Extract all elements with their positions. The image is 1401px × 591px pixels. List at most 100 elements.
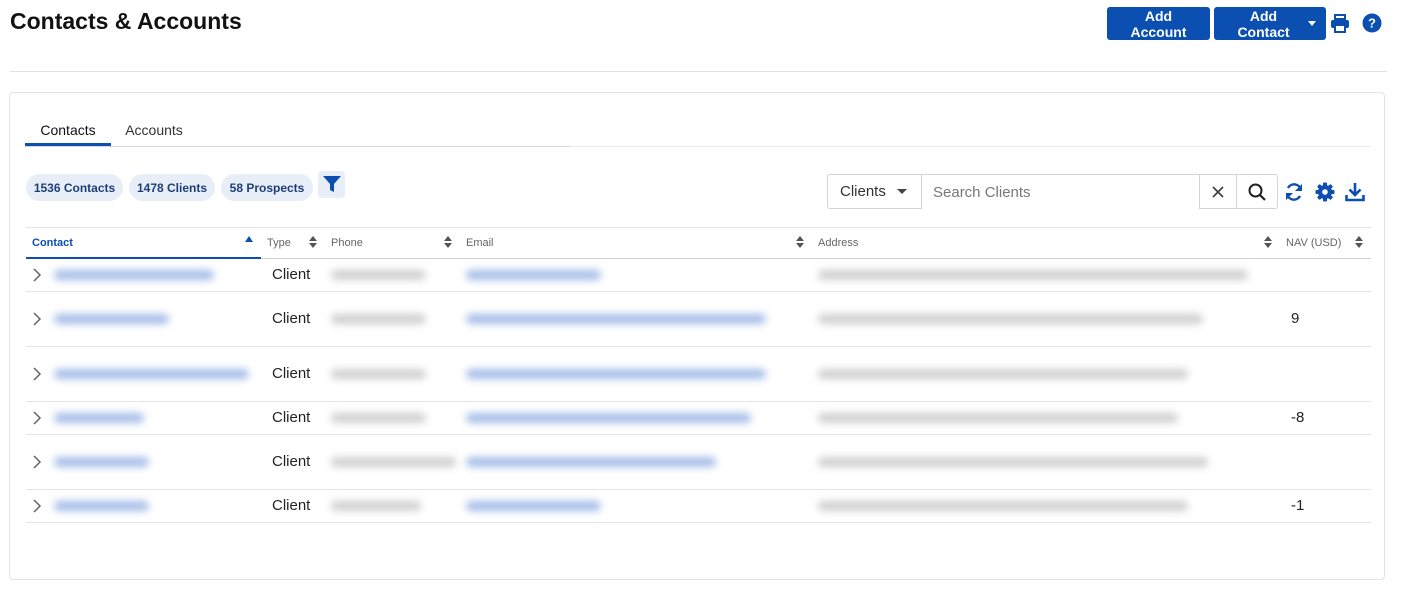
- redacted-contact-name: [54, 456, 149, 467]
- search-scope-select[interactable]: Clients: [828, 175, 922, 208]
- column-header-label: Email: [466, 236, 494, 249]
- redacted-phone: [331, 313, 426, 324]
- redacted-email: [466, 412, 751, 423]
- contact-cell[interactable]: [26, 291, 261, 347]
- chip-clients-label: 1478 Clients: [136, 180, 208, 195]
- svg-text:?: ?: [1368, 16, 1376, 31]
- sort-icon: [1355, 236, 1363, 248]
- phone-cell: [325, 434, 460, 490]
- column-header-contact[interactable]: Contact: [26, 227, 261, 259]
- add-contact-button[interactable]: Add Contact: [1214, 7, 1326, 40]
- nav-cell: 9: [1280, 291, 1371, 347]
- chevron-right-icon[interactable]: [32, 454, 42, 469]
- sort-icon: [796, 236, 804, 248]
- contact-cell[interactable]: [26, 489, 261, 523]
- table-row[interactable]: Client: [26, 434, 1371, 490]
- type-cell: Client: [261, 401, 325, 435]
- search-scope-value: Clients: [840, 183, 886, 200]
- phone-cell: [325, 346, 460, 402]
- tabs-divider: [25, 146, 570, 147]
- chevron-right-icon[interactable]: [32, 498, 42, 513]
- email-cell[interactable]: [460, 291, 812, 347]
- redacted-phone: [331, 368, 426, 379]
- address-cell: [812, 291, 1280, 347]
- table-row[interactable]: Client: [26, 346, 1371, 402]
- email-cell[interactable]: [460, 401, 812, 435]
- filter-icon: [322, 176, 341, 192]
- email-cell[interactable]: [460, 489, 812, 523]
- nav-cell: [1280, 434, 1371, 490]
- refresh-icon[interactable]: [1283, 181, 1305, 203]
- tab-bar: Contacts Accounts: [25, 114, 1371, 147]
- gear-icon[interactable]: [1314, 181, 1336, 203]
- tab-accounts[interactable]: Accounts: [111, 114, 197, 146]
- chevron-right-icon[interactable]: [32, 311, 42, 326]
- type-cell: Client: [261, 346, 325, 402]
- tab-contacts[interactable]: Contacts: [25, 114, 111, 146]
- redacted-contact-name: [54, 313, 169, 324]
- email-cell[interactable]: [460, 346, 812, 402]
- sort-ascending-icon: [245, 236, 253, 242]
- redacted-address: [818, 368, 1188, 379]
- column-header-label: Phone: [331, 236, 363, 249]
- column-header-email[interactable]: Email: [460, 227, 812, 259]
- sort-icon: [309, 236, 317, 248]
- address-cell: [812, 346, 1280, 402]
- redacted-email: [466, 368, 766, 379]
- table-row[interactable]: Client -1: [26, 489, 1371, 523]
- nav-cell: -8: [1280, 401, 1371, 435]
- redacted-phone: [331, 412, 426, 423]
- help-icon[interactable]: ?: [1361, 12, 1383, 34]
- sort-icon: [1264, 236, 1272, 248]
- filter-button[interactable]: [318, 171, 345, 198]
- redacted-contact-name: [54, 412, 144, 423]
- address-cell: [812, 434, 1280, 490]
- chip-contacts-label: 1536 Contacts: [33, 180, 116, 195]
- contacts-table: Contact Type Phone Email Address NAV (US…: [26, 227, 1371, 523]
- column-header-label: Type: [267, 236, 291, 249]
- redacted-address: [818, 500, 1188, 511]
- contact-cell[interactable]: [26, 346, 261, 402]
- column-header-label: Contact: [32, 236, 73, 249]
- chip-clients[interactable]: 1478 Clients: [129, 174, 215, 201]
- contact-cell[interactable]: [26, 434, 261, 490]
- chip-prospects[interactable]: 58 Prospects: [221, 174, 313, 201]
- search-input[interactable]: [922, 175, 1199, 210]
- type-cell: Client: [261, 291, 325, 347]
- add-account-button[interactable]: Add Account: [1107, 7, 1210, 40]
- tab-accounts-label: Accounts: [125, 122, 183, 138]
- table-row[interactable]: Client 9: [26, 291, 1371, 347]
- chip-contacts[interactable]: 1536 Contacts: [26, 174, 123, 201]
- contact-cell[interactable]: [26, 401, 261, 435]
- close-icon: [1212, 185, 1224, 198]
- contact-cell[interactable]: [26, 258, 261, 292]
- email-cell[interactable]: [460, 434, 812, 490]
- redacted-email: [466, 269, 601, 280]
- tabs-divider-extended: [570, 146, 1371, 147]
- clear-search-button[interactable]: [1199, 175, 1236, 208]
- chevron-right-icon[interactable]: [32, 366, 42, 381]
- chevron-right-icon[interactable]: [32, 410, 42, 425]
- table-row[interactable]: Client -8: [26, 401, 1371, 435]
- redacted-address: [818, 456, 1208, 467]
- print-icon[interactable]: [1329, 12, 1351, 34]
- redacted-contact-name: [54, 269, 214, 280]
- redacted-contact-name: [54, 368, 249, 379]
- column-header-address[interactable]: Address: [812, 227, 1280, 259]
- chevron-right-icon[interactable]: [32, 268, 42, 282]
- search-button[interactable]: [1236, 175, 1277, 208]
- column-header-phone[interactable]: Phone: [325, 227, 460, 259]
- tab-contacts-label: Contacts: [40, 122, 96, 138]
- nav-cell: [1280, 258, 1371, 292]
- table-row[interactable]: Client: [26, 258, 1371, 292]
- column-header-nav[interactable]: NAV (USD): [1280, 227, 1371, 259]
- search-group: Clients: [827, 174, 1278, 210]
- redacted-address: [818, 412, 1178, 423]
- column-header-type[interactable]: Type: [261, 227, 325, 259]
- email-cell[interactable]: [460, 258, 812, 292]
- redacted-phone: [331, 500, 421, 511]
- phone-cell: [325, 489, 460, 523]
- nav-cell: -1: [1280, 489, 1371, 523]
- download-icon[interactable]: [1344, 181, 1366, 203]
- column-header-label: NAV (USD): [1286, 236, 1342, 249]
